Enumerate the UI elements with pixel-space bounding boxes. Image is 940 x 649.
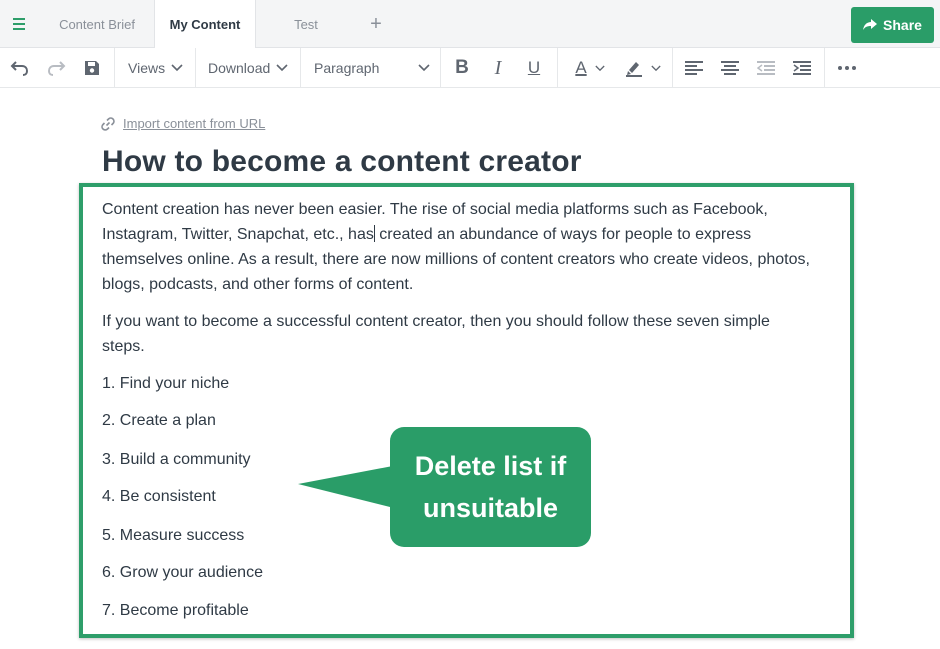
- highlight-color-button[interactable]: [620, 48, 666, 88]
- list-item[interactable]: 7. Become profitable: [102, 602, 249, 620]
- list-item[interactable]: 4. Be consistent: [102, 488, 216, 506]
- bold-button[interactable]: B: [450, 48, 474, 88]
- views-label: Views: [128, 60, 166, 76]
- list-item[interactable]: 2. Create a plan: [102, 412, 216, 430]
- share-icon: [863, 19, 878, 30]
- more-options-icon[interactable]: [834, 48, 860, 88]
- paragraph-steps-intro[interactable]: If you want to become a successful conte…: [102, 309, 817, 359]
- italic-button[interactable]: I: [486, 48, 510, 88]
- callout-note: Delete list if unsuitable: [390, 427, 591, 547]
- highlighter-icon: [626, 62, 642, 77]
- underline-button[interactable]: U: [522, 48, 546, 88]
- chevron-down-icon: [651, 65, 661, 71]
- import-content-link[interactable]: Import content from URL: [123, 116, 265, 131]
- import-content-row[interactable]: Import content from URL: [101, 116, 265, 131]
- tab-my-content[interactable]: My Content: [154, 0, 256, 49]
- list-item[interactable]: 5. Measure success: [102, 527, 244, 545]
- outdent-icon[interactable]: [754, 48, 778, 88]
- share-label: Share: [883, 17, 922, 33]
- list-item[interactable]: 3. Build a community: [102, 451, 251, 469]
- undo-icon[interactable]: [6, 48, 34, 88]
- tab-test[interactable]: Test: [256, 0, 356, 48]
- chevron-down-icon: [595, 65, 605, 71]
- tab-bar: Content Brief My Content Test + Share: [0, 0, 940, 49]
- chevron-down-icon: [418, 64, 430, 72]
- link-icon: [101, 116, 115, 131]
- chevron-down-icon: [276, 64, 288, 72]
- paragraph-intro[interactable]: Content creation has never been easier. …: [102, 197, 817, 297]
- list-item[interactable]: 1. Find your niche: [102, 375, 229, 393]
- align-center-icon[interactable]: [718, 48, 742, 88]
- redo-icon[interactable]: [42, 48, 70, 88]
- document-title[interactable]: How to become a content creator: [102, 145, 582, 179]
- views-dropdown[interactable]: Views: [128, 48, 183, 88]
- add-tab-button[interactable]: +: [360, 0, 392, 48]
- paragraph-label: Paragraph: [314, 60, 380, 76]
- align-left-icon[interactable]: [682, 48, 706, 88]
- share-button[interactable]: Share: [851, 7, 934, 43]
- list-item[interactable]: 6. Grow your audience: [102, 564, 263, 582]
- paragraph-style-dropdown[interactable]: Paragraph: [314, 48, 430, 88]
- save-icon[interactable]: [80, 48, 104, 88]
- chevron-down-icon: [171, 64, 183, 72]
- editor-toolbar: Views Download Paragraph B I U A: [0, 48, 940, 88]
- download-label: Download: [208, 60, 271, 76]
- callout-pointer: [298, 465, 398, 509]
- indent-icon[interactable]: [790, 48, 814, 88]
- download-dropdown[interactable]: Download: [208, 48, 288, 88]
- text-color-label: A: [575, 58, 587, 77]
- menu-icon[interactable]: [0, 0, 38, 48]
- tab-content-brief[interactable]: Content Brief: [40, 0, 154, 48]
- text-color-button[interactable]: A: [566, 48, 614, 88]
